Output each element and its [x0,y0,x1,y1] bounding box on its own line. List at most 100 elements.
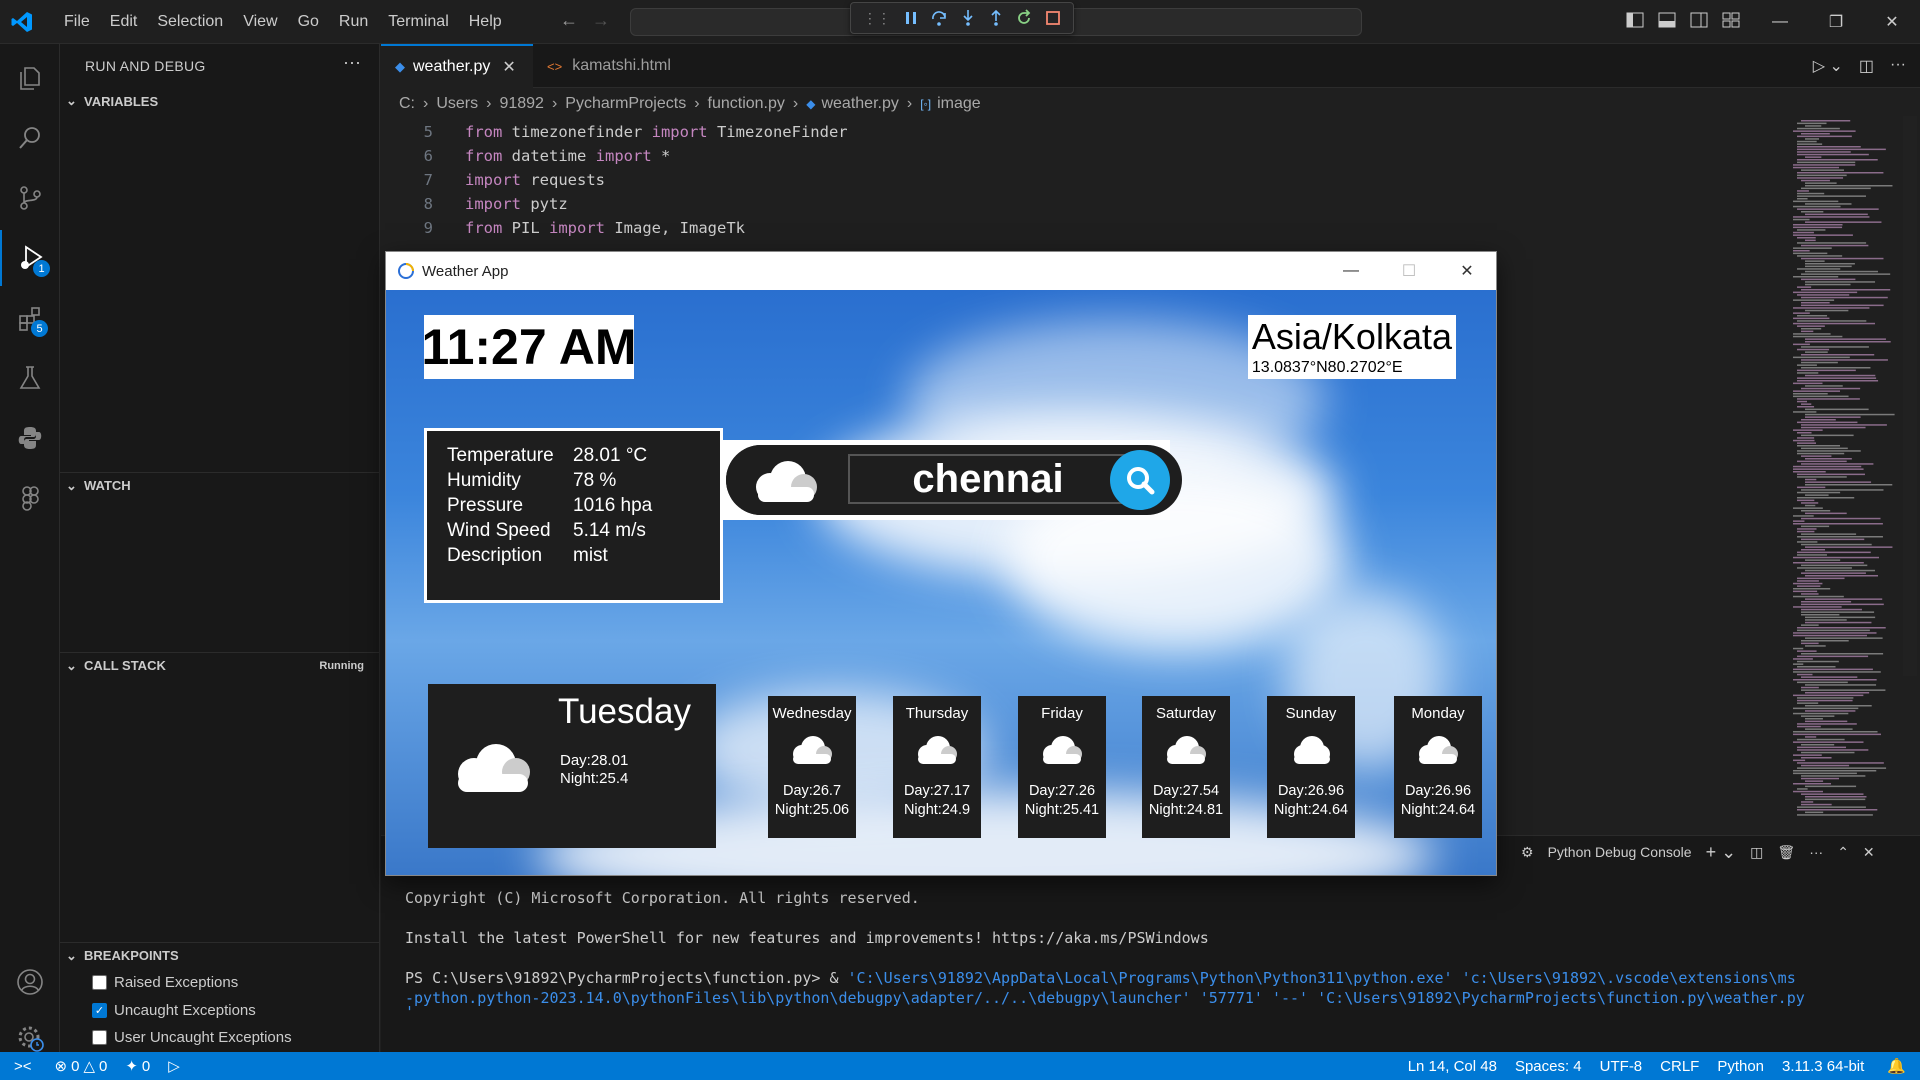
maximize-icon[interactable]: ☐ [1380,252,1438,290]
language-mode[interactable]: Python [1708,1058,1773,1075]
more-actions-icon[interactable]: ··· [1890,56,1906,76]
run-and-debug-icon[interactable]: 1 [0,230,60,286]
menu-terminal[interactable]: Terminal [378,13,458,31]
panel-header: ⚙ Python Debug Console + ⌄ ◫ 🗑 ··· ⌃ ✕ [1521,834,1920,870]
breakpoint-user-uncaught-exceptions[interactable]: User Uncaught Exceptions [92,1029,292,1046]
toggle-panel-icon[interactable] [1658,12,1676,28]
editor-tabs: ◆ weather.py ✕ <> kamatshi.html ▷ ⌄ ◫ ··… [381,44,1920,88]
breadcrumb-item[interactable]: Users [436,95,478,113]
breakpoints-section-header[interactable]: ⌄ BREAKPOINTS [60,942,380,968]
pause-icon[interactable] [903,10,919,26]
ports-indicator[interactable]: ✦ 0 [116,1057,159,1076]
menu-file[interactable]: File [54,13,100,31]
info-row-pressure: Pressure 1016 hpa [447,493,700,518]
checkbox-checked[interactable]: ✓ [92,1003,107,1018]
customize-layout-icon[interactable] [1722,12,1740,28]
minimize-icon[interactable]: — [1322,252,1380,290]
drag-handle-icon[interactable]: ⋮⋮ [863,10,891,27]
search-button[interactable] [1110,450,1170,510]
forward-arrow-icon[interactable]: → [592,10,610,31]
breadcrumb-item[interactable]: 91892 [499,95,544,113]
problems-indicator[interactable]: ⊗ 0 △ 0 [46,1057,117,1076]
search-input[interactable]: chennai [848,454,1128,504]
debug-status-icon[interactable]: ▷ [159,1057,189,1075]
breadcrumb-item[interactable]: function.py [708,95,785,113]
close-tab-icon[interactable]: ✕ [502,57,515,77]
search-icon[interactable] [0,110,60,166]
checkbox[interactable] [92,975,107,990]
back-arrow-icon[interactable]: ← [560,10,578,31]
more-actions-icon[interactable]: ··· [343,52,361,73]
close-icon[interactable]: ✕ [1864,0,1920,44]
remote-indicator-icon[interactable]: >< [0,1058,46,1075]
code-line[interactable]: 7 import requests [381,168,1781,192]
source-control-icon[interactable] [0,170,60,226]
breakpoint-uncaught-exceptions[interactable]: ✓ Uncaught Exceptions [92,1002,256,1019]
testing-icon[interactable] [0,350,60,406]
step-into-icon[interactable] [960,9,976,27]
breadcrumb-item[interactable]: image [937,95,981,113]
trash-icon[interactable]: 🗑 [1777,844,1795,861]
info-key: Pressure [447,494,524,516]
accounts-icon[interactable] [0,954,60,1010]
terminal-output[interactable]: Copyright (C) Microsoft Corporation. All… [405,888,1805,1022]
toggle-sidebar-icon[interactable] [1626,12,1644,28]
forecast-temps: Day:27.54 Night:24.81 [1142,782,1230,820]
variables-section-header[interactable]: ⌄ VARIABLES [60,88,380,114]
explorer-icon[interactable] [0,50,60,106]
toggle-secondary-sidebar-icon[interactable] [1690,12,1708,28]
extensions-icon[interactable]: 5 [0,290,60,346]
breakpoint-raised-exceptions[interactable]: Raised Exceptions [92,974,238,991]
code-line[interactable]: 8 import pytz [381,192,1781,216]
menu-run[interactable]: Run [329,13,378,31]
new-terminal-icon[interactable]: + ⌄ [1706,842,1737,863]
step-out-icon[interactable] [988,9,1004,27]
python-icon[interactable] [0,410,60,466]
menu-go[interactable]: Go [288,13,329,31]
indentation[interactable]: Spaces: 4 [1506,1058,1591,1075]
restore-icon[interactable]: ❐ [1808,0,1864,44]
step-over-icon[interactable] [930,9,948,27]
checkbox[interactable] [92,1030,107,1045]
code-line[interactable]: 9 from PIL import Image, ImageTk [381,216,1781,240]
split-editor-icon[interactable]: ◫ [1859,56,1874,76]
menu-view[interactable]: View [233,13,287,31]
python-interpreter[interactable]: 3.11.3 64-bit [1773,1058,1873,1075]
call-stack-label: CALL STACK [84,658,166,673]
run-python-file-icon[interactable]: ▷ ⌄ [1813,56,1843,76]
debug-console-icon: ⚙ [1521,843,1534,860]
menu-edit[interactable]: Edit [100,13,148,31]
line-endings[interactable]: CRLF [1651,1058,1708,1075]
code-lines[interactable]: 5 from timezonefinder import TimezoneFind… [381,120,1781,240]
menu-selection[interactable]: Selection [147,13,233,31]
watch-section-header[interactable]: ⌄ WATCH [60,472,380,498]
chevron-down-icon: ⌄ [66,93,77,108]
remote-explorer-icon[interactable] [0,470,60,526]
minimize-icon[interactable]: — [1752,0,1808,44]
restart-icon[interactable] [1015,9,1033,27]
breadcrumb-item[interactable]: C: [399,95,415,113]
code-line[interactable]: 5 from timezonefinder import TimezoneFind… [381,120,1781,144]
minimap[interactable] [1789,116,1899,836]
cursor-position[interactable]: Ln 14, Col 48 [1399,1058,1506,1075]
breadcrumb-item[interactable]: PycharmProjects [565,95,686,113]
tab-weather-py[interactable]: ◆ weather.py ✕ [381,44,533,88]
close-icon[interactable]: ✕ [1438,252,1496,290]
tab-kamatshi-html[interactable]: <> kamatshi.html [533,44,683,88]
breadcrumb-item[interactable]: weather.py [821,95,898,113]
terminal-name[interactable]: Python Debug Console [1548,844,1692,860]
code-line[interactable]: 6 from datetime import * [381,144,1781,168]
python-file-icon: ◆ [395,59,405,74]
more-actions-icon[interactable]: ··· [1809,844,1823,860]
maximize-panel-icon[interactable]: ⌃ [1837,844,1849,861]
editor-scrollbar[interactable] [1903,116,1917,676]
stop-icon[interactable] [1045,10,1061,26]
close-panel-icon[interactable]: ✕ [1863,844,1875,861]
encoding[interactable]: UTF-8 [1591,1058,1652,1075]
weather-window-titlebar[interactable]: Weather App — ☐ ✕ [386,252,1496,290]
notifications-bell-icon[interactable]: 🔔 [1873,1057,1920,1075]
call-stack-section-header[interactable]: ⌄ CALL STACK Running [60,652,380,678]
breakpoint-label: Raised Exceptions [114,974,239,991]
split-terminal-icon[interactable]: ◫ [1750,844,1763,861]
menu-help[interactable]: Help [459,13,512,31]
